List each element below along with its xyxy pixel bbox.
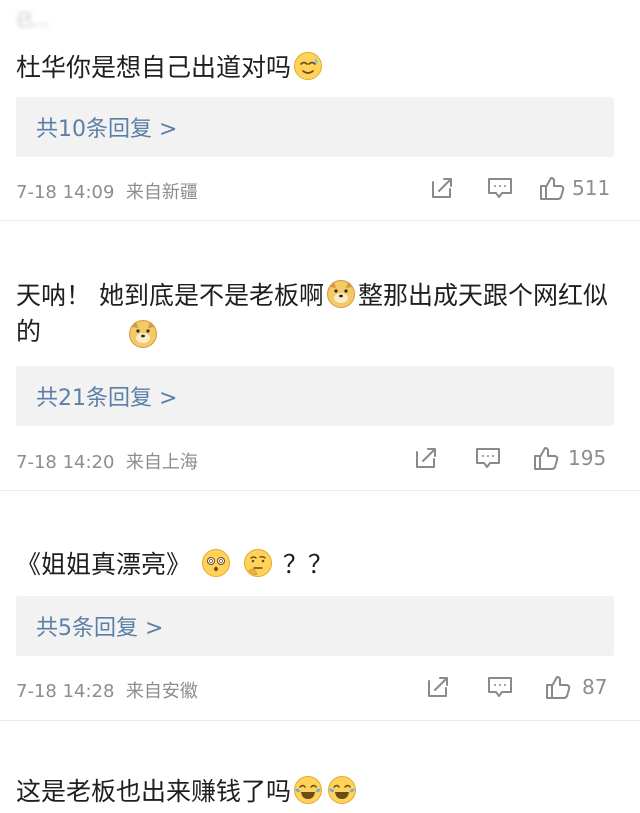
comment-meta: 7-18 14:20 来自上海 [16,448,198,474]
comment-text-body: 《姐姐真漂亮》 [16,550,192,579]
replies-button[interactable]: 共10条回复 > [16,97,614,157]
share-icon[interactable] [424,673,452,701]
dizzy-face-icon [201,549,230,577]
comment-actions: 87 [380,671,640,705]
share-icon[interactable] [412,444,440,472]
share-icon[interactable] [428,174,456,202]
comment-icon[interactable] [486,174,514,202]
doge-icon [326,280,355,308]
like-icon[interactable] [544,673,572,701]
laugh-cry-icon [294,776,323,804]
replies-label: 共10条回复 > [36,117,178,142]
comment-meta: 7-18 14:09 来自新疆 [16,178,198,204]
source-location: 来自上海 [125,452,198,473]
divider [0,220,640,221]
source-location: 来自安徽 [125,681,198,702]
comment-text: 《姐姐真漂亮》 ？？ [16,547,620,583]
thinking-face-icon [243,549,272,577]
comment-text-suffix: ？？ [282,550,333,579]
replies-button[interactable]: 共5条回复 > [16,596,614,656]
timestamp: 7-18 14:09 [16,182,115,203]
comment-text: 这是老板也出来赚钱了吗 [16,774,620,810]
comment-text-body: 天呐！ 她到底是不是老板啊 [16,281,324,310]
comment-text-line2 [16,318,620,354]
like-count: 195 [568,446,607,470]
divider [0,720,640,721]
like-count: 87 [582,675,608,699]
comment-meta: 7-18 14:28 来自安徽 [16,677,198,703]
like-count: 511 [572,176,611,200]
replies-button[interactable]: 共21条回复 > [16,366,614,426]
doge-icon [129,320,157,348]
comment-icon[interactable] [486,673,514,701]
laugh-cry-icon [328,776,357,804]
timestamp: 7-18 14:20 [16,452,115,473]
comment-actions: 511 [380,172,640,206]
like-icon[interactable] [532,444,560,472]
replies-label: 共5条回复 > [36,616,164,641]
comment-text-body: 杜华你是想自己出道对吗 [16,53,292,82]
comment-icon[interactable] [474,444,502,472]
comment-text-body: 这是老板也出来赚钱了吗 [16,777,292,806]
like-icon[interactable] [538,174,566,202]
username[interactable]: 已... [16,6,49,31]
comment-text: 杜华你是想自己出道对吗 [16,50,620,86]
comment-actions: 195 [380,442,640,476]
divider [0,490,640,491]
sweat-smile-icon [294,52,323,80]
source-location: 来自新疆 [125,182,198,203]
replies-label: 共21条回复 > [36,386,178,411]
timestamp: 7-18 14:28 [16,681,115,702]
